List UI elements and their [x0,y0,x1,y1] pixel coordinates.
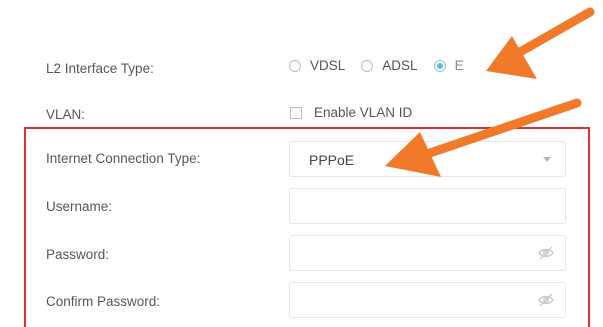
confirm-password-label: Confirm Password: [46,294,161,309]
internet-connection-type-value: PPPoE [309,152,355,168]
radio-adsl-label: ADSL [382,58,418,73]
chevron-down-icon[interactable] [543,157,551,162]
radio-vdsl[interactable] [289,59,301,72]
l2-interface-type-label: L2 Interface Type: [46,61,154,76]
radio-vdsl-label: VDSL [310,58,346,73]
confirm-password-input[interactable] [289,282,566,318]
radio-ethernet-label: E [454,58,464,73]
eye-slash-icon[interactable] [537,293,555,307]
enable-vlan-id-label: Enable VLAN ID [314,105,413,120]
username-label: Username: [46,199,113,214]
radio-ethernet[interactable] [433,59,446,72]
eye-slash-icon[interactable] [537,246,555,260]
radio-option-ethernet[interactable]: E [433,58,464,73]
internet-connection-type-label: Internet Connection Type: [46,151,201,166]
settings-panel: L2 Interface Type: VDSL ADSL E VLAN: Ena… [0,0,603,327]
username-input[interactable] [289,188,566,224]
radio-option-vdsl[interactable]: VDSL [289,58,345,73]
l2-interface-radio-group: VDSL ADSL E [289,58,480,73]
internet-connection-type-select[interactable]: PPPoE [289,141,566,177]
vlan-label: VLAN: [46,107,86,122]
enable-vlan-id-checkbox[interactable] [290,106,302,119]
enable-vlan-id-option[interactable]: Enable VLAN ID [290,105,412,120]
radio-adsl[interactable] [361,59,374,72]
radio-option-adsl[interactable]: ADSL [361,58,418,73]
arrow-to-ethernet-option [486,7,595,79]
password-input[interactable] [289,235,566,271]
password-label: Password: [46,247,110,262]
